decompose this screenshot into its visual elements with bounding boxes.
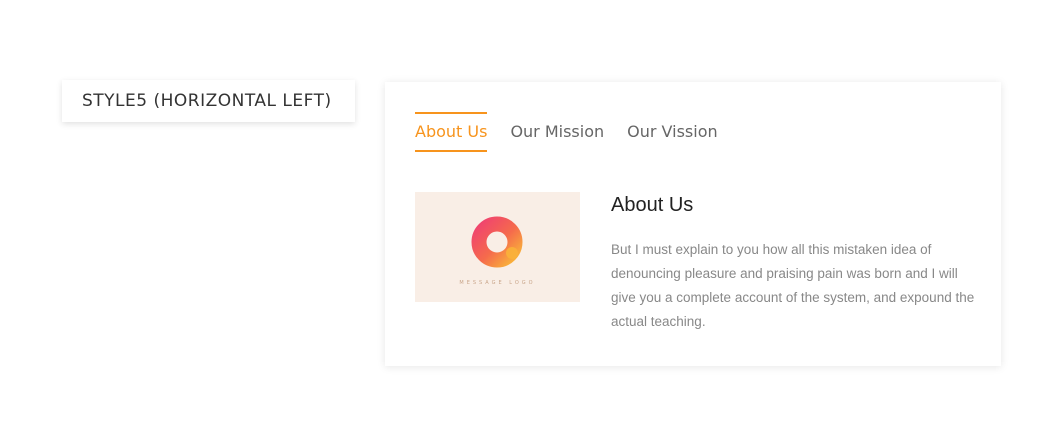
o-ring-logo-icon xyxy=(471,216,523,268)
image-caption: MESSAGE LOGO xyxy=(459,280,536,286)
tab-our-vission[interactable]: Our Vission xyxy=(627,112,717,152)
page: STYLE5 (HORIZONTAL LEFT) About Us Our Mi… xyxy=(0,0,1063,448)
tab-bar: About Us Our Mission Our Vission xyxy=(415,112,741,152)
tab-about-us[interactable]: About Us xyxy=(415,112,488,152)
style-label: STYLE5 (HORIZONTAL LEFT) xyxy=(82,91,332,111)
content-text: But I must explain to you how all this m… xyxy=(611,242,975,329)
content-title: About Us xyxy=(611,194,694,216)
about-image: MESSAGE LOGO xyxy=(415,192,580,302)
tabs-panel: About Us Our Mission Our Vission MESSAGE… xyxy=(385,82,1001,366)
style-label-card: STYLE5 (HORIZONTAL LEFT) xyxy=(62,80,355,122)
tab-our-mission[interactable]: Our Mission xyxy=(510,112,604,152)
